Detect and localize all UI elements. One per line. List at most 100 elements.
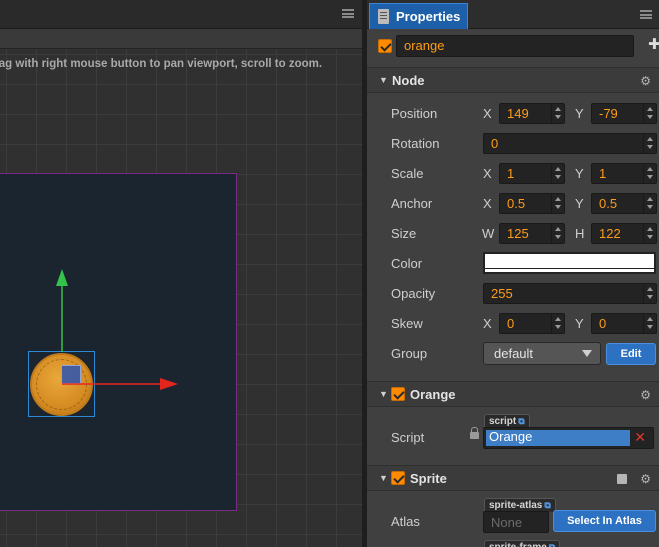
size-w-value: 125 [507, 226, 529, 241]
position-y-stepper[interactable] [643, 104, 656, 123]
scale-y-value: 1 [599, 166, 607, 181]
node-name-input[interactable]: orange [396, 35, 634, 57]
external-link-icon[interactable]: ⧉ [518, 416, 524, 426]
collapse-arrow-icon[interactable]: ▼ [379, 75, 388, 85]
color-label: Color [391, 256, 423, 271]
skew-x-value: 0 [507, 316, 515, 331]
size-w-input[interactable]: 125 [499, 223, 565, 244]
external-link-icon[interactable]: ⧉ [549, 542, 555, 547]
script-asset-tag: script ⧉ [484, 414, 530, 428]
anchor-x-value: 0.5 [507, 196, 526, 211]
y-axis-arrow [56, 269, 68, 286]
atlas-asset-value: None [491, 515, 523, 530]
anchor-y-stepper[interactable] [643, 194, 656, 213]
skew-x-stepper[interactable] [551, 314, 564, 333]
scale-x-input[interactable]: 1 [499, 163, 565, 184]
lock-icon [470, 427, 479, 439]
scale-y-label: Y [575, 166, 584, 181]
tab-properties-label: Properties [396, 9, 461, 24]
skew-y-stepper[interactable] [643, 314, 656, 333]
skew-x-label: X [483, 316, 492, 331]
size-h-stepper[interactable] [643, 224, 656, 243]
sprite-section-title: Sprite [410, 471, 447, 486]
anchor-x-stepper[interactable] [551, 194, 564, 213]
size-h-value: 122 [599, 226, 621, 241]
opacity-value: 255 [491, 286, 513, 301]
properties-panel: Properties orange ✚ ▼ Node ⚙ Position X … [367, 0, 659, 547]
rotation-label: Rotation [391, 136, 440, 151]
properties-menu-icon[interactable] [640, 10, 652, 19]
position-y-value: -79 [599, 106, 618, 121]
plus-icon[interactable]: ✚ [648, 37, 659, 52]
size-w-stepper[interactable] [551, 224, 564, 243]
scale-x-value: 1 [507, 166, 515, 181]
anchor-y-value: 0.5 [599, 196, 618, 211]
size-label: Size [391, 226, 417, 241]
size-h-label: H [575, 226, 585, 241]
collapse-arrow-icon[interactable]: ▼ [379, 389, 388, 399]
scale-y-input[interactable]: 1 [591, 163, 657, 184]
skew-y-label: Y [575, 316, 584, 331]
sprite-section-header[interactable]: ▼ Sprite ⚙ [367, 465, 659, 491]
skew-label: Skew [391, 316, 423, 331]
scale-label: Scale [391, 166, 424, 181]
atlas-asset-tag: sprite-atlas ⧉ [484, 498, 556, 512]
anchor-y-label: Y [575, 196, 584, 211]
x-axis-arrow [160, 378, 178, 390]
script-asset-tag-label: script [489, 416, 517, 427]
position-y-label: Y [575, 106, 584, 121]
rotation-input[interactable]: 0 [483, 133, 657, 154]
position-y-input[interactable]: -79 [591, 103, 657, 124]
anchor-y-input[interactable]: 0.5 [591, 193, 657, 214]
group-select[interactable]: default [483, 342, 601, 365]
properties-tabbar: Properties [367, 0, 659, 29]
anchor-x-input[interactable]: 0.5 [499, 193, 565, 214]
script-asset-value: Orange [489, 429, 533, 444]
color-picker[interactable] [483, 252, 656, 274]
sprite-enabled-checkbox[interactable] [391, 471, 405, 485]
skew-y-input[interactable]: 0 [591, 313, 657, 334]
move-gizmo[interactable] [0, 0, 362, 547]
book-icon[interactable] [617, 474, 627, 484]
size-w-label: W [482, 226, 495, 241]
chevron-down-icon [582, 350, 592, 357]
position-x-value: 149 [507, 106, 529, 121]
node-section-title: Node [392, 73, 425, 88]
position-x-stepper[interactable] [551, 104, 564, 123]
orange-section-header[interactable]: ▼ Orange ⚙ [367, 381, 659, 407]
atlas-label: Atlas [391, 514, 420, 529]
position-label: Position [391, 106, 438, 121]
position-x-input[interactable]: 149 [499, 103, 565, 124]
close-icon[interactable]: ✕ [634, 429, 646, 446]
orange-enabled-checkbox[interactable] [391, 387, 405, 401]
rotation-stepper[interactable] [643, 134, 656, 153]
scale-x-stepper[interactable] [551, 164, 564, 183]
skew-y-value: 0 [599, 316, 607, 331]
scene-panel[interactable]: Drag with right mouse button to pan view… [0, 0, 362, 547]
select-in-atlas-button[interactable]: Select In Atlas [553, 510, 656, 532]
anchor-x-label: X [483, 196, 492, 211]
scale-x-label: X [483, 166, 492, 181]
node-section-header[interactable]: ▼ Node ⚙ [367, 67, 659, 93]
opacity-stepper[interactable] [643, 284, 656, 303]
external-link-icon[interactable]: ⧉ [544, 500, 550, 510]
tab-properties[interactable]: Properties [369, 3, 468, 29]
skew-x-input[interactable]: 0 [499, 313, 565, 334]
atlas-asset-field[interactable]: None [483, 511, 549, 533]
properties-icon [378, 9, 389, 24]
script-asset-field[interactable]: Orange ✕ [483, 427, 654, 449]
anchor-label: Anchor [391, 196, 433, 211]
position-x-label: X [483, 106, 492, 121]
group-select-value: default [494, 346, 534, 361]
gear-icon[interactable]: ⚙ [640, 472, 651, 486]
collapse-arrow-icon[interactable]: ▼ [379, 473, 388, 483]
scale-y-stepper[interactable] [643, 164, 656, 183]
gear-icon[interactable]: ⚙ [640, 74, 651, 88]
group-edit-button[interactable]: Edit [606, 343, 656, 365]
rotation-value: 0 [491, 136, 499, 151]
opacity-input[interactable]: 255 [483, 283, 657, 304]
orange-section-title: Orange [410, 387, 456, 402]
size-h-input[interactable]: 122 [591, 223, 657, 244]
node-active-checkbox[interactable] [378, 39, 392, 53]
gear-icon[interactable]: ⚙ [640, 388, 651, 402]
